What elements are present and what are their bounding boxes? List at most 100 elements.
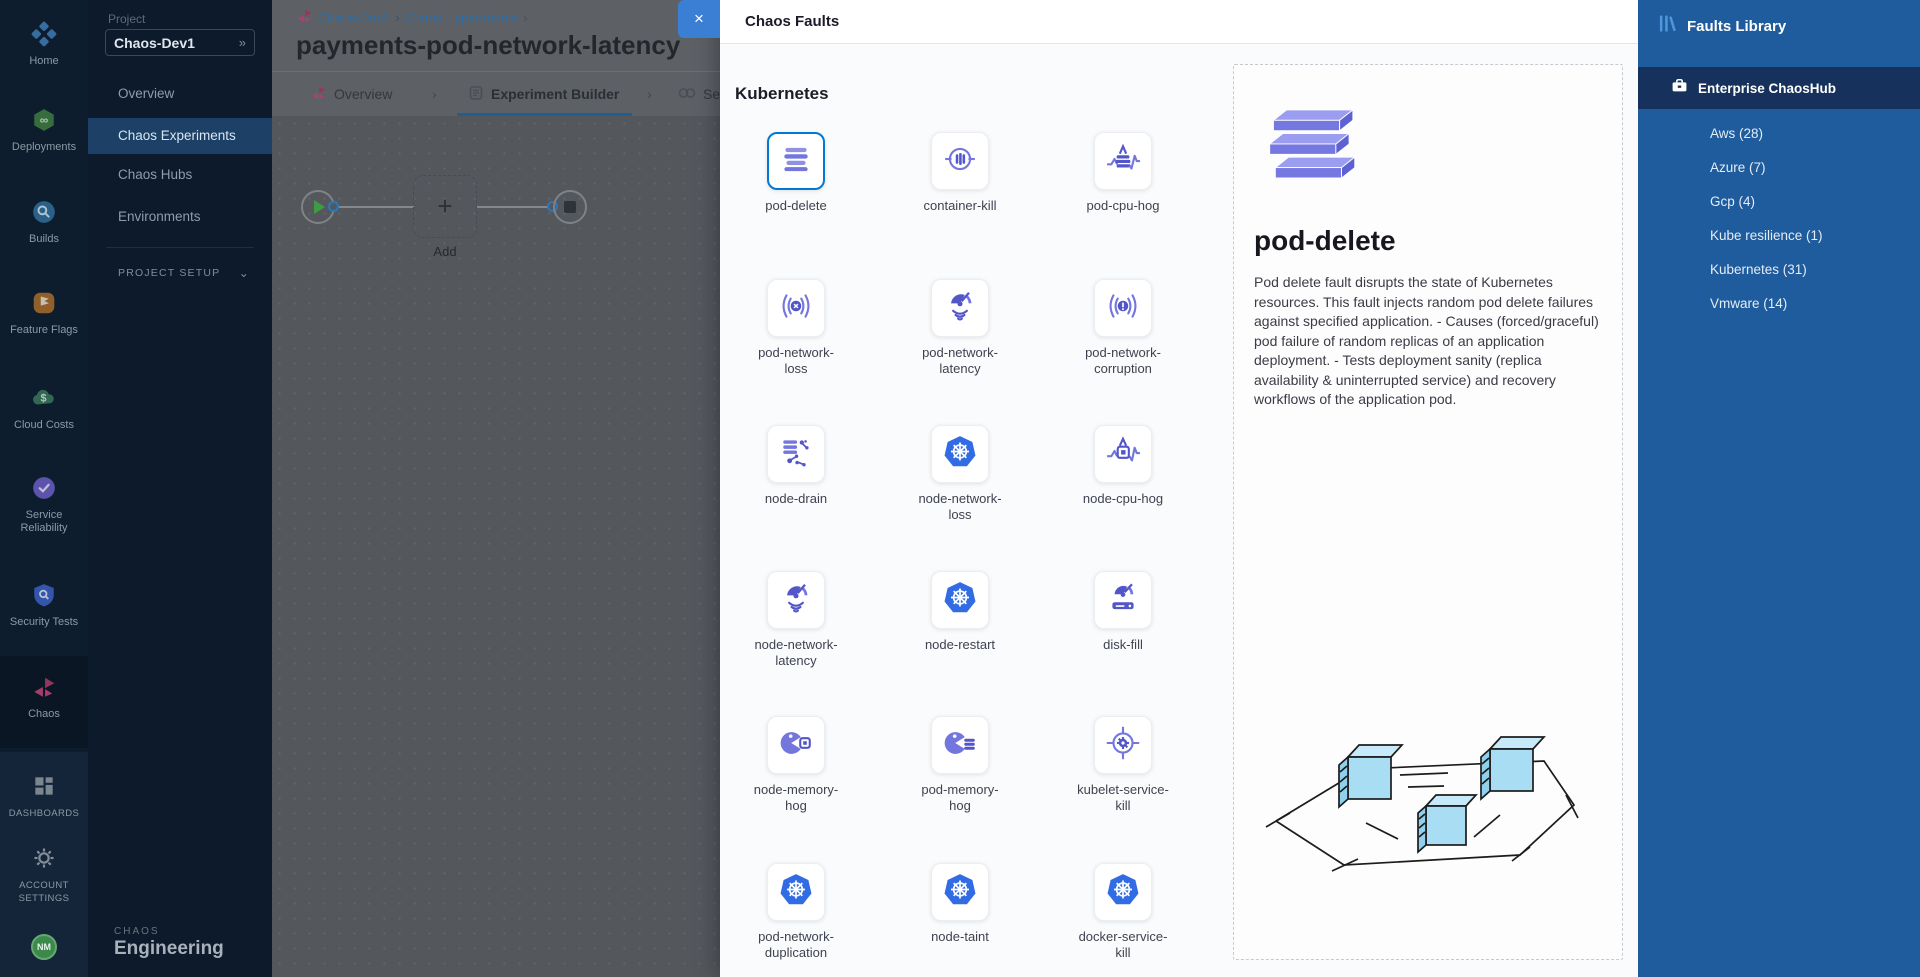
project-setup-toggle[interactable]: PROJECT SETUP ⌄ [88,258,272,288]
fault-label-node-restart[interactable]: node-restart [885,637,1035,653]
sidebar-item-chaos-experiments[interactable]: Chaos Experiments [88,118,272,154]
fault-card-container-kill[interactable] [931,132,989,190]
fault-label-pod-memory-hog[interactable]: pod-memory- hog [885,782,1035,814]
fault-card-pod-network-latency[interactable] [931,279,989,337]
breadcrumb: Chaos-Dev1 › Chaos Experiments › [296,7,527,27]
project-expand-icon[interactable]: » [239,35,246,50]
linked-tab-icon [678,86,696,103]
fault-card-node-memory-hog[interactable] [767,716,825,774]
breadcrumb-experiments-link[interactable]: Chaos Experiments [405,10,518,25]
chevron-right-icon: › [432,72,437,116]
add-node-label: Add [395,244,495,259]
divider [106,247,254,248]
fault-label-pod-network-duplication[interactable]: pod-network- duplication [721,929,871,961]
fault-detail-title: pod-delete [1254,225,1396,257]
avatar[interactable]: NM [31,934,57,960]
chaos-icon [31,674,57,700]
sidebar-item-deployments[interactable]: ∞Deployments [0,107,88,154]
sidebar-item-chaos-hubs[interactable]: Chaos Hubs [88,157,272,193]
fault-label-kubelet-service-kill[interactable]: kubelet-service- kill [1048,782,1198,814]
fault-label-pod-network-latency[interactable]: pod-network- latency [885,345,1035,377]
sidebar-item-account-settings[interactable]: ACCOUNT SETTINGS [0,845,88,905]
category-kube-resilience[interactable]: Kube resilience (1) [1638,219,1920,253]
fault-label-node-drain[interactable]: node-drain [721,491,871,507]
breadcrumb-separator: › [523,10,527,25]
chevron-right-icon: › [647,72,652,116]
chevron-down-icon: ⌄ [239,258,250,288]
module-brand: CHAOS Engineering [114,926,224,960]
flags-icon [31,290,57,316]
sidebar-item-environments[interactable]: Environments [88,199,272,235]
category-aws[interactable]: Aws (28) [1638,117,1920,151]
fault-card-pod-network-duplication[interactable] [767,863,825,921]
fault-label-node-network-loss[interactable]: node-network- loss [885,491,1035,523]
fault-card-pod-network-corruption[interactable] [1094,279,1152,337]
sidebar-item-home[interactable]: Home [0,21,88,68]
sidebar-item-security-tests[interactable]: Security Tests [0,582,88,629]
fault-card-node-network-latency[interactable] [767,571,825,629]
fault-label-docker-service-kill[interactable]: docker-service- kill [1048,929,1198,961]
fault-card-node-restart[interactable] [931,571,989,629]
category-gcp[interactable]: Gcp (4) [1638,185,1920,219]
kubelet-service-kill-icon [1105,725,1141,766]
category-kubernetes[interactable]: Kubernetes (31) [1638,253,1920,287]
sidebar-item-builds[interactable]: Builds [0,199,88,246]
reliability-icon [31,475,57,501]
fault-label-node-cpu-hog[interactable]: node-cpu-hog [1048,491,1198,507]
hub-enterprise-chaoshub[interactable]: Enterprise ChaosHub [1638,67,1920,109]
sidebar-item-service-reliability[interactable]: Service Reliability [0,475,88,535]
project-name: Chaos-Dev1 [114,35,239,51]
close-icon[interactable]: × [678,0,720,38]
chaos-faults-modal: × Chaos Faults Kubernetes pod-deletecont… [720,0,1638,977]
fault-label-pod-network-loss[interactable]: pod-network- loss [721,345,871,377]
sidebar-item-overview[interactable]: Overview [88,76,272,112]
fault-card-disk-fill[interactable] [1094,571,1152,629]
fault-card-pod-cpu-hog[interactable] [1094,132,1152,190]
pipeline-canvas[interactable]: + Add [272,116,720,977]
fault-label-node-memory-hog[interactable]: node-memory- hog [721,782,871,814]
fault-card-kubelet-service-kill[interactable] [1094,716,1152,774]
dashboards-icon [31,773,57,799]
fault-card-docker-service-kill[interactable] [1094,863,1152,921]
faults-library-header: Faults Library [1658,14,1786,38]
fault-label-node-network-latency[interactable]: node-network- latency [721,637,871,669]
sidebar-item-chaos[interactable]: Chaos [0,674,88,721]
page-title: payments-pod-network-latency [296,30,680,61]
pod-cpu-hog-icon [1105,141,1141,182]
sidebar-item-cloud-costs[interactable]: $Cloud Costs [0,385,88,432]
end-node[interactable] [553,190,587,224]
breadcrumb-project-link[interactable]: Chaos-Dev1 [318,10,390,25]
fault-card-node-drain[interactable] [767,425,825,483]
fault-label-pod-delete[interactable]: pod-delete [721,198,871,214]
builder-tab-icon [468,85,484,104]
category-vmware[interactable]: Vmware (14) [1638,287,1920,321]
cluster-illustration [1262,703,1592,918]
category-azure[interactable]: Azure (7) [1638,151,1920,185]
fault-card-node-cpu-hog[interactable] [1094,425,1152,483]
chaos-logo-icon [296,7,313,27]
fault-card-pod-network-loss[interactable] [767,279,825,337]
tab-partial[interactable]: Se [678,72,720,116]
fault-label-node-taint[interactable]: node-taint [885,929,1035,945]
fault-label-disk-fill[interactable]: disk-fill [1048,637,1198,653]
sidebar-item-dashboards[interactable]: DASHBOARDS [0,773,88,820]
tab-experiment-builder[interactable]: Experiment Builder [468,72,619,116]
faults-library-sidebar: Faults Library Enterprise ChaosHub Aws (… [1638,0,1920,977]
add-fault-node[interactable]: + [413,175,477,238]
tab-overview[interactable]: Overview [310,72,392,116]
edge-port[interactable] [328,201,339,212]
deployments-icon: ∞ [31,107,57,133]
experiment-page: Chaos-Dev1 › Chaos Experiments › payment… [272,0,720,977]
project-section-label: Project [108,12,145,26]
project-selector[interactable]: Chaos-Dev1 » [105,29,255,56]
sidebar-item-feature-flags[interactable]: Feature Flags [0,290,88,337]
fault-card-node-taint[interactable] [931,863,989,921]
node-network-latency-icon [778,580,814,621]
fault-card-pod-delete[interactable] [767,132,825,190]
fault-label-container-kill[interactable]: container-kill [885,198,1035,214]
fault-label-pod-network-corruption[interactable]: pod-network- corruption [1048,345,1198,377]
edge-line [477,206,549,208]
fault-card-node-network-loss[interactable] [931,425,989,483]
fault-card-pod-memory-hog[interactable] [931,716,989,774]
fault-label-pod-cpu-hog[interactable]: pod-cpu-hog [1048,198,1198,214]
